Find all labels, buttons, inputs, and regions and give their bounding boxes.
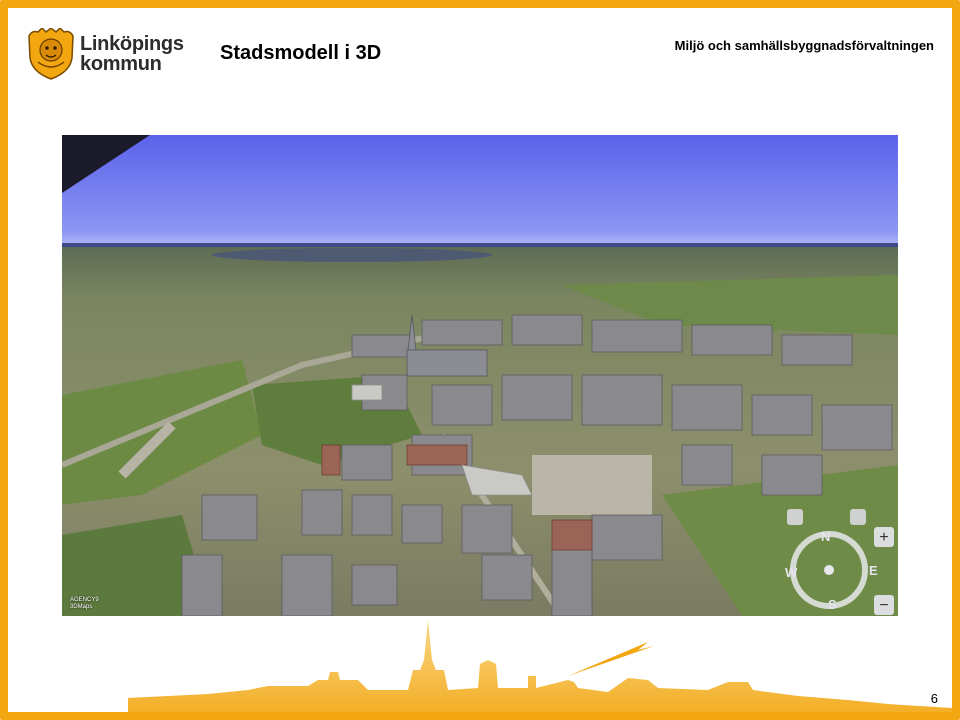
- page-number: 6: [930, 691, 938, 706]
- watermark-line-1: AGENCY9: [70, 597, 99, 603]
- city-3d-view[interactable]: + − N S E W AGENCY9 3DMaps: [62, 135, 898, 616]
- map-provider-watermark: AGENCY9 3DMaps: [70, 597, 99, 611]
- compass-south: S: [828, 597, 837, 612]
- compass-east: E: [869, 563, 878, 578]
- logo-line-1: Linköpings: [80, 33, 184, 55]
- compass-north: N: [821, 529, 830, 544]
- svg-text:+: +: [879, 529, 888, 546]
- department-name: Miljö och samhällsbyggnadsförvaltningen: [674, 38, 934, 53]
- watermark-line-2: 3DMaps: [70, 604, 93, 610]
- lion-crest-icon: [28, 28, 74, 80]
- slide-title: Stadsmodell i 3D: [220, 42, 382, 64]
- city-render: + − N S E W: [62, 135, 898, 616]
- logo-line-2: kommun: [80, 53, 162, 75]
- kommun-logo: Linköpings kommun: [26, 28, 186, 82]
- compass-west: W: [785, 565, 798, 580]
- city-skyline-decoration: [128, 620, 952, 712]
- svg-text:−: −: [879, 597, 888, 614]
- logo-wordmark: Linköpings kommun: [80, 34, 184, 74]
